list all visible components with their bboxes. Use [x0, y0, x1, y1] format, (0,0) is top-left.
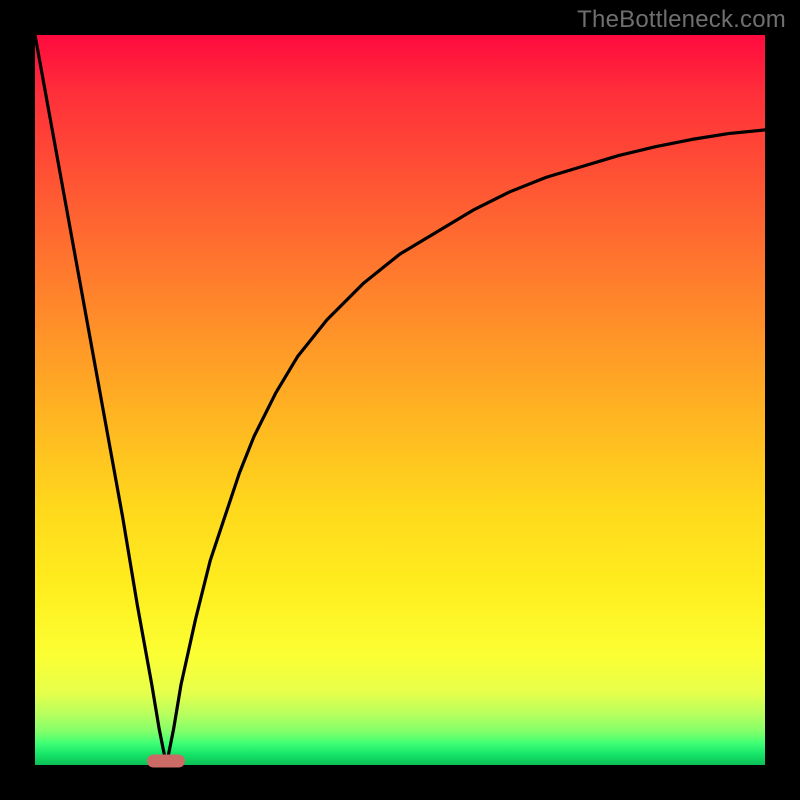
minimum-marker [147, 755, 185, 768]
mismatch-curve [35, 35, 765, 765]
watermark-text: TheBottleneck.com [577, 6, 786, 34]
plot-area [35, 35, 765, 765]
chart-frame: TheBottleneck.com [0, 0, 800, 800]
